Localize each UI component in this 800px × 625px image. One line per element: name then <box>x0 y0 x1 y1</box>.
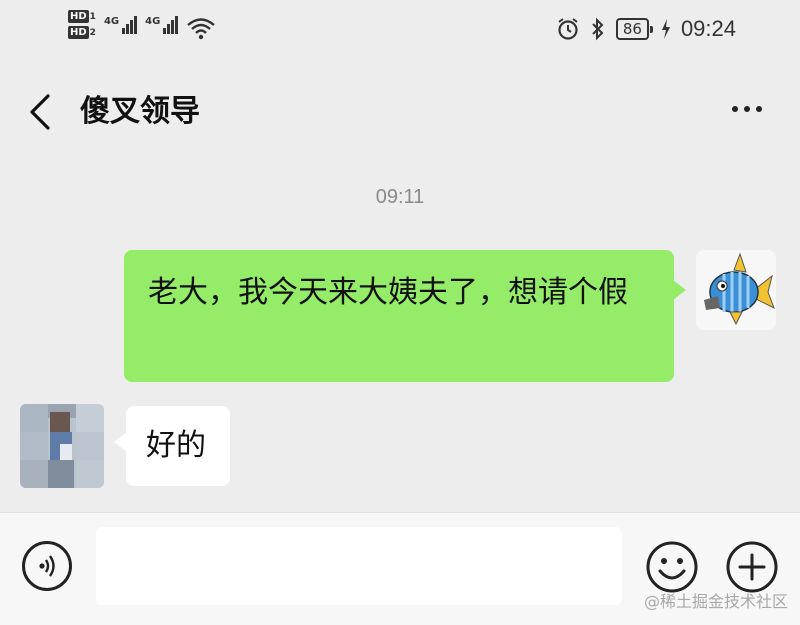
pixelated-avatar-image <box>20 404 104 488</box>
watermark-text: @稀土掘金技术社区 <box>643 592 788 611</box>
hd-label-2: HD <box>68 26 89 39</box>
network-type-2: 4G <box>145 16 161 27</box>
chat-title: 傻叉领导 <box>80 94 200 129</box>
status-right: 86 09:24 <box>556 16 736 42</box>
wifi-icon <box>187 18 216 40</box>
hd-label-1: HD <box>68 10 89 23</box>
status-bar: HD 1 HD 2 4G 4G 86 09:24 <box>0 0 800 62</box>
emoji-icon[interactable] <box>644 539 700 595</box>
hd-num-1: 1 <box>89 11 96 22</box>
hd-num-2: 2 <box>89 27 96 38</box>
back-icon[interactable] <box>24 90 58 134</box>
charging-icon <box>661 19 670 39</box>
fish-avatar-image <box>696 250 776 330</box>
plus-icon[interactable] <box>724 539 780 595</box>
hd-icon: HD 1 <box>68 10 96 23</box>
signal-icon: 4G <box>103 16 138 34</box>
contact-avatar[interactable] <box>20 404 104 488</box>
sent-message-bubble[interactable]: 老大，我今天来大姨夫了，想请个假 <box>124 250 686 382</box>
received-message-bubble[interactable]: 好的 <box>114 406 230 486</box>
battery-icon: 86 <box>615 18 654 40</box>
signal-icon: 4G <box>145 16 179 34</box>
message-timestamp: 09:11 <box>375 186 425 208</box>
my-avatar[interactable] <box>696 250 776 330</box>
hd-stack: HD 1 HD 2 <box>68 10 96 39</box>
status-time: 09:24 <box>680 16 736 41</box>
more-icon[interactable] <box>730 100 764 118</box>
message-input[interactable] <box>96 527 622 605</box>
status-left: HD 1 HD 2 4G 4G <box>68 10 216 42</box>
chat-header: 傻叉领导 <box>0 72 800 152</box>
hd-icon: HD 2 <box>68 26 96 39</box>
voice-icon[interactable] <box>22 541 72 591</box>
alarm-icon <box>558 18 578 40</box>
bluetooth-icon <box>592 17 604 41</box>
network-type-1: 4G <box>103 16 120 27</box>
